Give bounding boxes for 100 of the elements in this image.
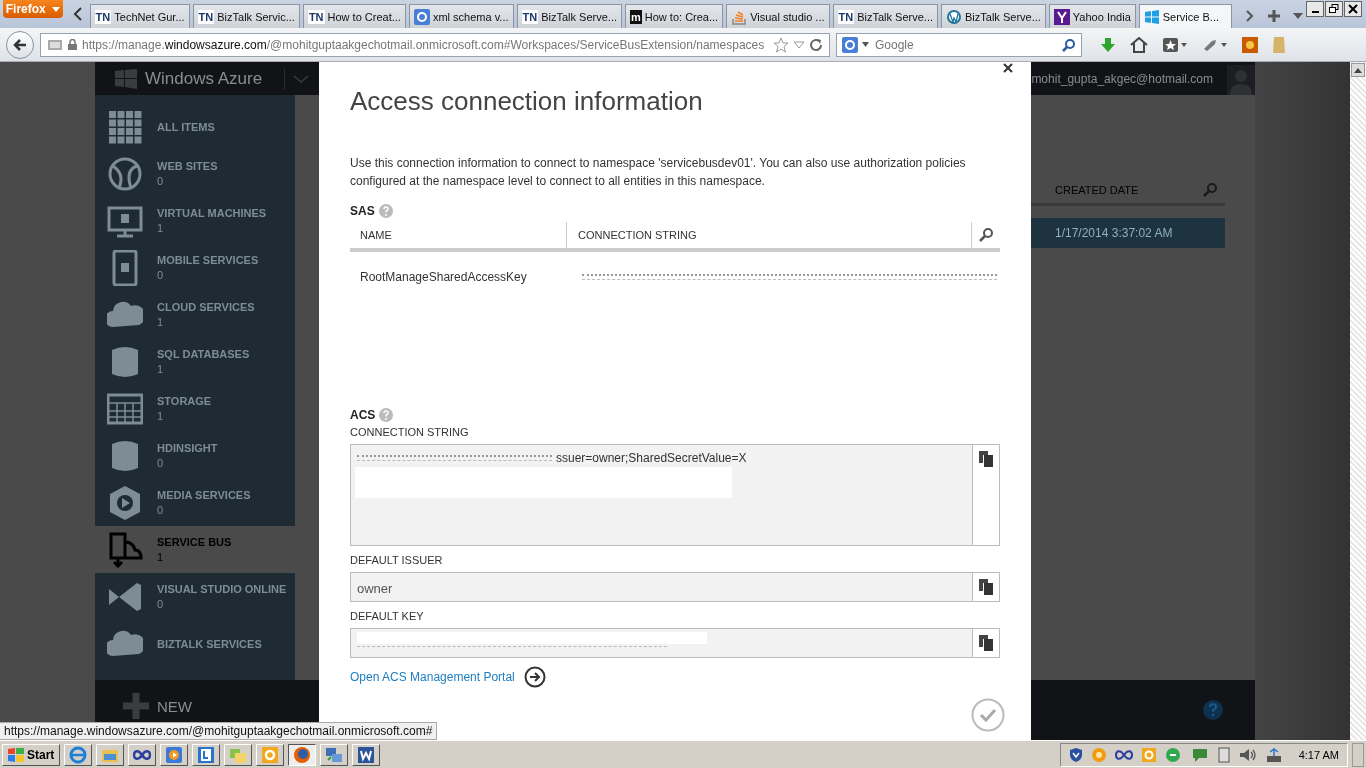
user-email[interactable]: mohit_gupta_akgec@hotmail.com bbox=[1031, 71, 1213, 86]
scrollbar[interactable] bbox=[1350, 62, 1366, 740]
dropdown-icon[interactable] bbox=[1293, 12, 1303, 20]
browser-tab[interactable]: m How to: Crea... bbox=[625, 4, 724, 28]
address-bar[interactable]: https://manage.windowsazure.com/@mohitguptaakgechotmail.onmicrosoft.com#Workspaces/ServiceBusExtension/namespaces bbox=[40, 32, 830, 57]
scroll-up-icon[interactable] bbox=[1351, 63, 1365, 77]
item-count: 0 bbox=[157, 269, 165, 281]
favicon-icon: m bbox=[630, 9, 642, 24]
reload-icon[interactable] bbox=[809, 37, 823, 52]
item-count: 1 bbox=[157, 410, 165, 422]
item-count: 0 bbox=[157, 504, 165, 516]
start-button[interactable]: Start bbox=[2, 743, 61, 766]
field-label: CONNECTION STRING bbox=[350, 426, 470, 438]
browser-tab[interactable]: TN TechNet Gur... bbox=[89, 4, 190, 28]
windows-logo-icon bbox=[115, 68, 137, 89]
mail-icon bbox=[261, 745, 280, 764]
minimize-icon bbox=[1311, 11, 1319, 13]
letter-tile-icon bbox=[197, 745, 216, 764]
favicon-icon bbox=[731, 8, 748, 25]
infinity-icon[interactable] bbox=[1114, 748, 1133, 761]
checkmark-icon bbox=[971, 698, 1005, 732]
browser-tab[interactable]: xml schema v... bbox=[408, 4, 514, 28]
restore-button[interactable] bbox=[1325, 1, 1343, 17]
favicon-icon: TN bbox=[94, 9, 112, 24]
table-row[interactable]: 1/17/2014 3:37:02 AM bbox=[1031, 218, 1225, 248]
item-count: 0 bbox=[157, 598, 165, 610]
document-arrow-icon bbox=[107, 531, 143, 568]
search-icon[interactable] bbox=[1062, 37, 1076, 52]
section-heading: SAS bbox=[350, 204, 375, 218]
sidebar-label: SQL DATABASES bbox=[157, 348, 250, 360]
shield-icon[interactable] bbox=[1068, 746, 1083, 763]
arrow-right-circle-icon[interactable] bbox=[523, 666, 546, 688]
globe-e-icon bbox=[69, 745, 88, 764]
windows-logo-icon bbox=[8, 747, 24, 762]
addon-icon[interactable] bbox=[1242, 36, 1258, 53]
bookmark-star-icon[interactable] bbox=[773, 36, 789, 53]
network-icon[interactable] bbox=[1264, 746, 1283, 763]
sidebar-label: STORAGE bbox=[157, 395, 212, 407]
sidebar-item[interactable]: MEDIA SERVICES 0 bbox=[95, 479, 295, 526]
document-icon bbox=[357, 745, 376, 764]
browser-tab[interactable]: TN BizTalk Servic... bbox=[192, 4, 300, 28]
play-icon bbox=[107, 484, 143, 521]
clock[interactable]: 4:17 AM bbox=[1298, 748, 1339, 761]
acs-portal-link[interactable]: Open ACS Management Portal bbox=[350, 670, 515, 684]
search-field[interactable]: Google bbox=[836, 32, 1082, 57]
field-label: DEFAULT ISSUER bbox=[350, 554, 444, 566]
section-heading: ACS bbox=[350, 408, 376, 422]
new-tab-icon[interactable] bbox=[1267, 9, 1281, 23]
download-icon[interactable] bbox=[1100, 36, 1116, 53]
close-button[interactable] bbox=[1344, 1, 1362, 17]
lock-icon bbox=[68, 39, 77, 50]
status-url-tooltip: https://manage.windowsazure.com/@mohitguptaakgechotmail.onmicrosoft.com# bbox=[0, 722, 438, 740]
sidebar-label: VIRTUAL MACHINES bbox=[157, 207, 267, 219]
sidebar-item[interactable]: SQL DATABASES 1 bbox=[95, 338, 295, 385]
new-button[interactable]: NEW bbox=[123, 693, 192, 719]
chat-icon[interactable] bbox=[1164, 746, 1183, 763]
minimize-button[interactable] bbox=[1306, 1, 1324, 17]
favicon-icon: TN bbox=[521, 9, 539, 24]
close-icon[interactable] bbox=[1003, 62, 1015, 74]
column-header[interactable]: CONNECTION STRING bbox=[566, 222, 971, 248]
taskbar-app[interactable] bbox=[288, 743, 317, 766]
bookmarks-icon[interactable] bbox=[1162, 36, 1188, 53]
sidebar-item[interactable]: WEB SITES 0 bbox=[95, 150, 295, 197]
sidebar-item[interactable]: ALL ITEMS bbox=[95, 103, 295, 150]
browser-tab[interactable]: Visual studio ... bbox=[726, 4, 830, 28]
back-arrow-icon bbox=[12, 36, 28, 53]
speaker-icon[interactable] bbox=[1238, 746, 1257, 763]
sidebar-item[interactable]: BIZTALK SERVICES bbox=[95, 620, 295, 667]
sidebar-label: SERVICE BUS bbox=[157, 536, 232, 548]
sidebar-item[interactable]: VISUAL STUDIO ONLINE 0 bbox=[95, 573, 295, 620]
search-icon[interactable] bbox=[979, 228, 993, 242]
table-cell-text: RootManageSharedAccessKey bbox=[359, 270, 528, 284]
close-icon bbox=[1348, 4, 1358, 14]
back-button[interactable] bbox=[6, 30, 34, 59]
globe-icon bbox=[107, 155, 143, 192]
favicon-icon bbox=[1143, 8, 1160, 25]
sidebar-item[interactable]: CLOUD SERVICES 1 bbox=[95, 291, 295, 338]
item-count: 1 bbox=[157, 222, 165, 234]
home-icon[interactable] bbox=[1130, 36, 1148, 53]
sidebar-item[interactable]: HDINSIGHT 0 bbox=[95, 432, 295, 479]
column-header[interactable]: NAME bbox=[350, 222, 566, 248]
sidebar-item[interactable]: MOBILE SERVICES 0 bbox=[95, 244, 295, 291]
table-cell: 1/17/2014 3:37:02 AM bbox=[1055, 226, 1173, 240]
browser-tab[interactable]: TN How to Creat... bbox=[302, 4, 406, 28]
browser-tab[interactable]: BizTalk Serve... bbox=[941, 4, 1046, 28]
sidebar-item[interactable]: VIRTUAL MACHINES 1 bbox=[95, 197, 295, 244]
sidebar-label: WEB SITES bbox=[157, 160, 218, 172]
browser-tab[interactable]: TN BizTalk Serve... bbox=[832, 4, 939, 28]
item-count: 1 bbox=[157, 551, 165, 563]
browser-tab[interactable]: TN BizTalk Serve... bbox=[516, 4, 622, 28]
sidebar-item[interactable]: STORAGE 1 bbox=[95, 385, 295, 432]
dialog-title: Access connection information bbox=[350, 86, 704, 117]
message-icon[interactable] bbox=[1190, 746, 1209, 763]
dropdown-icon[interactable] bbox=[862, 42, 869, 47]
field-label: DEFAULT KEY bbox=[350, 610, 425, 622]
browser-tab[interactable]: Service B... bbox=[1138, 4, 1232, 28]
browser-tab[interactable]: Yahoo India bbox=[1048, 4, 1136, 28]
scroll-right-icon[interactable] bbox=[1243, 8, 1255, 24]
sidebar-label: BIZTALK SERVICES bbox=[157, 637, 262, 650]
help-icon[interactable] bbox=[1203, 700, 1223, 720]
